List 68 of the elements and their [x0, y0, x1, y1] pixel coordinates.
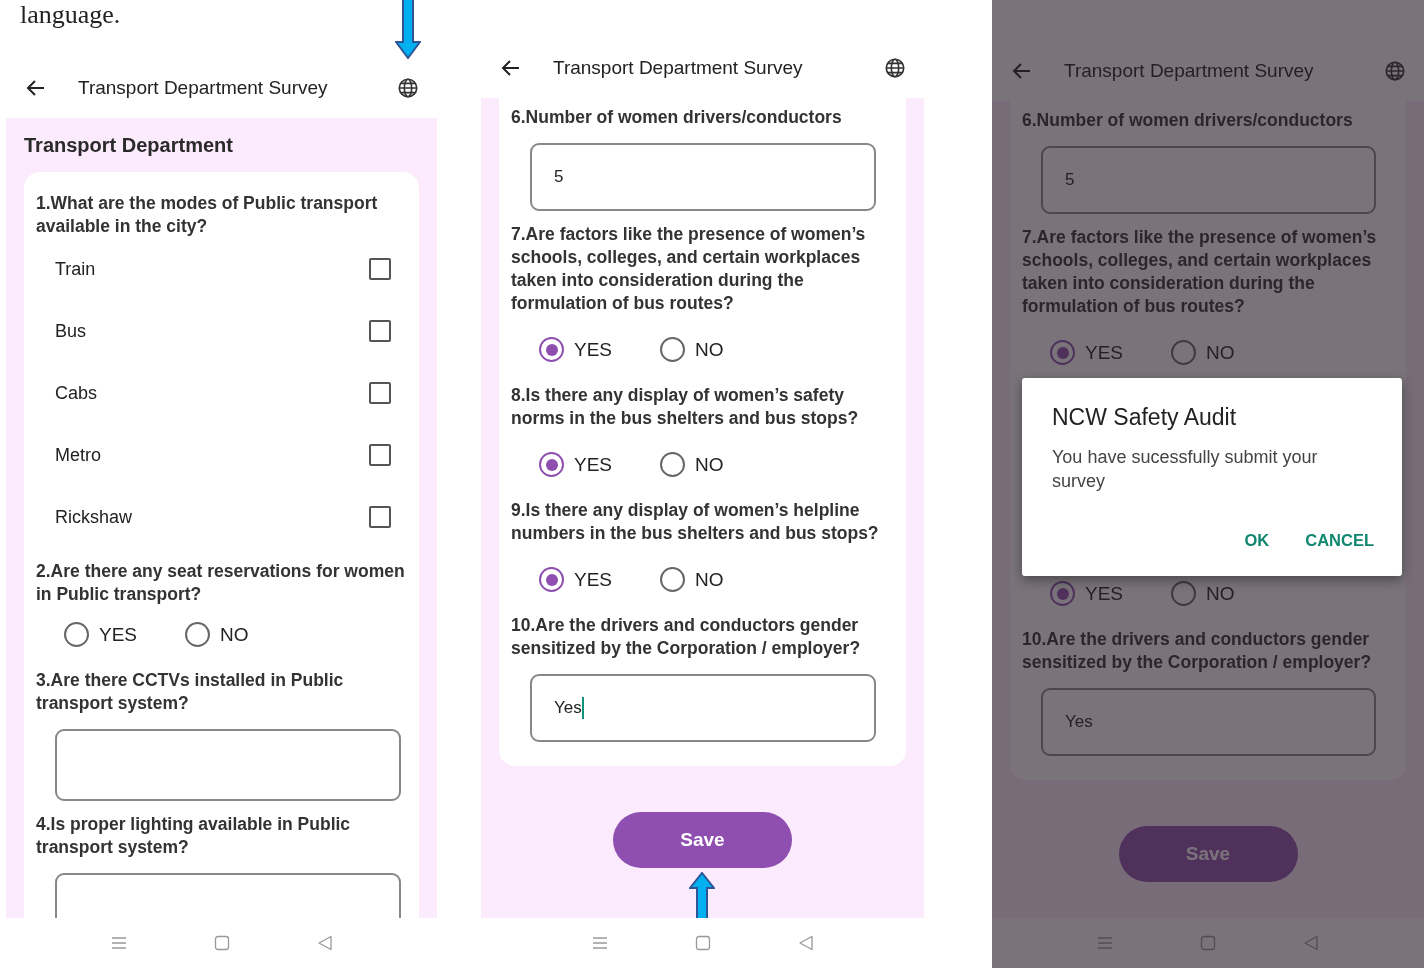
option-label: Train — [55, 258, 96, 280]
question-text: 1.What are the modes of Public transport available in the city? — [36, 192, 379, 238]
radio-button[interactable] — [660, 452, 686, 477]
section-title: Transport Department — [24, 133, 234, 158]
option-label: YES — [1085, 341, 1124, 364]
globe-icon[interactable] — [884, 57, 906, 79]
radio-button[interactable] — [539, 567, 564, 592]
app-bar-title: Transport Department Survey — [553, 57, 804, 79]
question-text: 2.Are there any seat reservations for women in Public transport? — [36, 560, 406, 606]
save-button[interactable]: Save — [1118, 826, 1298, 882]
radio-button[interactable] — [1171, 340, 1197, 365]
radio-button[interactable] — [660, 337, 686, 362]
question-text: 7.Are factors like the presence of women’s schools, colleges, and certain workplaces taken into consideration during the formulation of bus routes? — [1022, 226, 1378, 318]
radio-button[interactable] — [660, 567, 686, 592]
question-text: 7.Are factors like the presence of women’s schools, colleges, and certain workplaces taken into consideration during the formulation of bus routes? — [511, 223, 867, 315]
option-label: YES — [574, 338, 613, 361]
option-label: Bus — [55, 320, 87, 342]
caption-text: language. — [20, 0, 121, 30]
radio-button[interactable] — [1171, 581, 1197, 606]
question-text: 9.Is there any display of women’s helpline numbers in the bus shelters and bus stops? — [511, 499, 880, 545]
dialog-button[interactable]: CANCEL — [1305, 531, 1374, 550]
option-label: NO — [695, 453, 724, 476]
checkbox[interactable] — [369, 444, 391, 466]
option-label: YES — [574, 453, 613, 476]
radio-button[interactable] — [539, 337, 564, 362]
radio-button[interactable] — [185, 622, 211, 647]
checkbox[interactable] — [369, 320, 391, 342]
back-triangle-icon[interactable] — [797, 935, 814, 951]
checkbox[interactable] — [369, 506, 391, 528]
input-field[interactable]: 5 — [1041, 146, 1376, 214]
input-field[interactable]: Yes — [530, 674, 876, 742]
option-label: YES — [1085, 582, 1124, 605]
option-label: NO — [695, 568, 724, 591]
radio-button[interactable] — [1050, 340, 1075, 365]
question-text: 8.Is there any display of women’s safety norms in the bus shelters and bus stops? — [511, 384, 860, 430]
radio-button[interactable] — [64, 622, 89, 647]
back-triangle-icon[interactable] — [316, 935, 333, 951]
option-label: Metro — [55, 444, 101, 466]
checkbox[interactable] — [369, 258, 391, 280]
question-text: 10.Are the drivers and conductors gender sensitized by the Corporation / employer? — [511, 614, 862, 660]
option-label: Rickshaw — [55, 506, 133, 528]
app-bar-title: Transport Department Survey — [78, 77, 329, 99]
app-bar-title: Transport Department Survey — [1064, 60, 1315, 82]
option-label: NO — [695, 338, 724, 361]
option-label: NO — [1206, 341, 1235, 364]
option-label: YES — [99, 623, 138, 646]
question-text: 10.Are the drivers and conductors gender sensitized by the Corporation / employer? — [1022, 628, 1373, 674]
option-label: Cabs — [55, 382, 98, 404]
radio-button[interactable] — [539, 452, 564, 477]
input-field[interactable]: Yes — [1041, 688, 1376, 756]
option-label: NO — [220, 623, 249, 646]
question-text: 6.Number of women drivers/conductors — [1022, 109, 1354, 132]
input-field[interactable]: 5 — [530, 143, 876, 211]
question-text: 6.Number of women drivers/conductors — [511, 106, 843, 129]
option-label: YES — [574, 568, 613, 591]
globe-icon[interactable] — [397, 77, 419, 99]
input-field[interactable] — [55, 729, 401, 801]
question-text: 3.Are there CCTVs installed in Public transport system? — [36, 669, 345, 715]
dialog-button[interactable]: OK — [1244, 531, 1270, 550]
home-square-icon[interactable] — [213, 935, 230, 951]
dialog-message: You have sucessfully submit your survey — [1052, 446, 1319, 493]
checkbox[interactable] — [369, 382, 391, 404]
home-square-icon[interactable] — [694, 935, 711, 951]
question-text: 4.Is proper lighting available in Public transport system? — [36, 813, 352, 859]
option-label: NO — [1206, 582, 1235, 605]
save-button[interactable]: Save — [613, 812, 792, 868]
radio-button[interactable] — [1050, 581, 1075, 606]
dialog-title: NCW Safety Audit — [1052, 404, 1238, 431]
